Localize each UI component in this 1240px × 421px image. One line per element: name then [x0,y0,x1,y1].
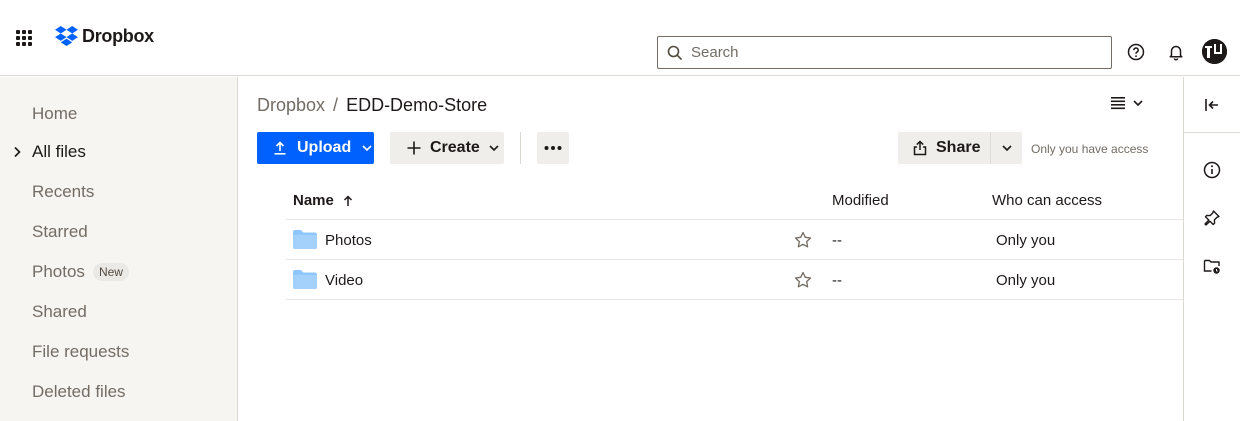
user-avatar[interactable] [1202,39,1227,64]
new-badge: New [92,263,129,281]
create-button[interactable]: Create [390,132,504,164]
sidebar-item-file-requests[interactable]: File requests [32,340,129,364]
chevron-down-icon [489,145,499,152]
pin-icon[interactable] [1203,209,1221,227]
more-options-button[interactable] [537,132,569,164]
chevron-right-icon[interactable] [10,145,24,159]
column-header-modified[interactable]: Modified [832,192,889,209]
collapse-panel-icon[interactable] [1203,96,1221,114]
chevron-down-icon [1133,100,1143,107]
folder-activity-icon[interactable] [1203,257,1221,275]
folder-icon [293,230,317,249]
share-icon [913,140,927,156]
breadcrumb-root[interactable]: Dropbox [257,95,325,116]
top-bar: Dropbox [0,0,1240,76]
sidebar-item-label: File requests [32,342,130,361]
sidebar-item-photos[interactable]: Photos New [32,260,129,284]
sidebar-item-label: Photos [32,262,85,281]
sidebar-item-label: Recents [32,182,95,201]
breadcrumb: Dropbox / EDD-Demo-Store [257,95,487,116]
sidebar-item-deleted-files[interactable]: Deleted files [32,380,126,404]
dropbox-logo[interactable]: Dropbox [55,26,154,47]
toolbar-divider [520,132,521,164]
row-divider [286,299,1183,300]
sidebar-item-label: Deleted files [32,382,126,401]
right-rail [1183,77,1240,421]
share-label: Share [936,139,981,156]
sidebar-item-home[interactable]: Home [32,102,77,126]
rail-divider [1184,132,1240,133]
table-row[interactable]: Photos -- Only you [286,220,1183,260]
sidebar-item-all-files[interactable]: All files [32,140,86,164]
access-note: Only you have access [1031,142,1149,156]
access-value: Only you [996,232,1056,249]
view-toggle-button[interactable] [1110,96,1144,110]
chevron-down-icon [362,145,372,152]
ellipsis-icon [544,146,562,150]
search-icon [667,45,683,60]
dropbox-box-icon [55,26,78,47]
sidebar-item-shared[interactable]: Shared [32,300,87,324]
breadcrumb-separator: / [333,95,339,115]
breadcrumb-current: EDD-Demo-Store [346,95,488,115]
upload-button[interactable]: Upload [257,132,374,164]
column-header-name[interactable]: Name [293,192,354,209]
sidebar-item-label: All files [32,142,86,161]
share-dropdown-button[interactable] [991,132,1022,164]
modified-value: -- [832,232,842,249]
plus-icon [407,141,421,155]
column-header-label: Name [293,192,334,209]
sidebar-item-label: Starred [32,222,88,241]
star-icon[interactable] [794,271,812,289]
help-icon[interactable] [1125,41,1147,63]
file-name[interactable]: Video [325,272,363,289]
column-header-who-can-access[interactable]: Who can access [992,192,1102,209]
table-row[interactable]: Video -- Only you [286,260,1183,300]
sidebar: Home All files Recents Starred Photos Ne… [0,77,238,421]
search-box[interactable] [657,36,1112,69]
upload-label: Upload [297,139,352,156]
column-header-label: Modified [832,192,889,209]
sidebar-item-starred[interactable]: Starred [32,220,88,244]
logo-text: Dropbox [82,26,154,46]
modified-value: -- [832,272,842,289]
list-view-icon [1111,97,1125,110]
upload-icon [274,141,286,155]
file-name[interactable]: Photos [325,232,372,249]
notification-bell-icon[interactable] [1165,41,1187,63]
app-grid-icon[interactable] [16,30,32,46]
folder-icon [293,270,317,289]
sidebar-item-label: Shared [32,302,87,321]
access-value: Only you [996,272,1056,289]
create-label: Create [430,139,480,156]
star-icon[interactable] [794,231,812,249]
column-header-label: Who can access [992,192,1103,209]
info-icon[interactable] [1203,161,1221,179]
sidebar-item-label: Home [32,104,78,123]
search-input[interactable] [691,44,1091,61]
sort-ascending-icon [343,194,352,206]
chevron-down-icon [1001,145,1012,152]
sidebar-item-recents[interactable]: Recents [32,180,94,204]
